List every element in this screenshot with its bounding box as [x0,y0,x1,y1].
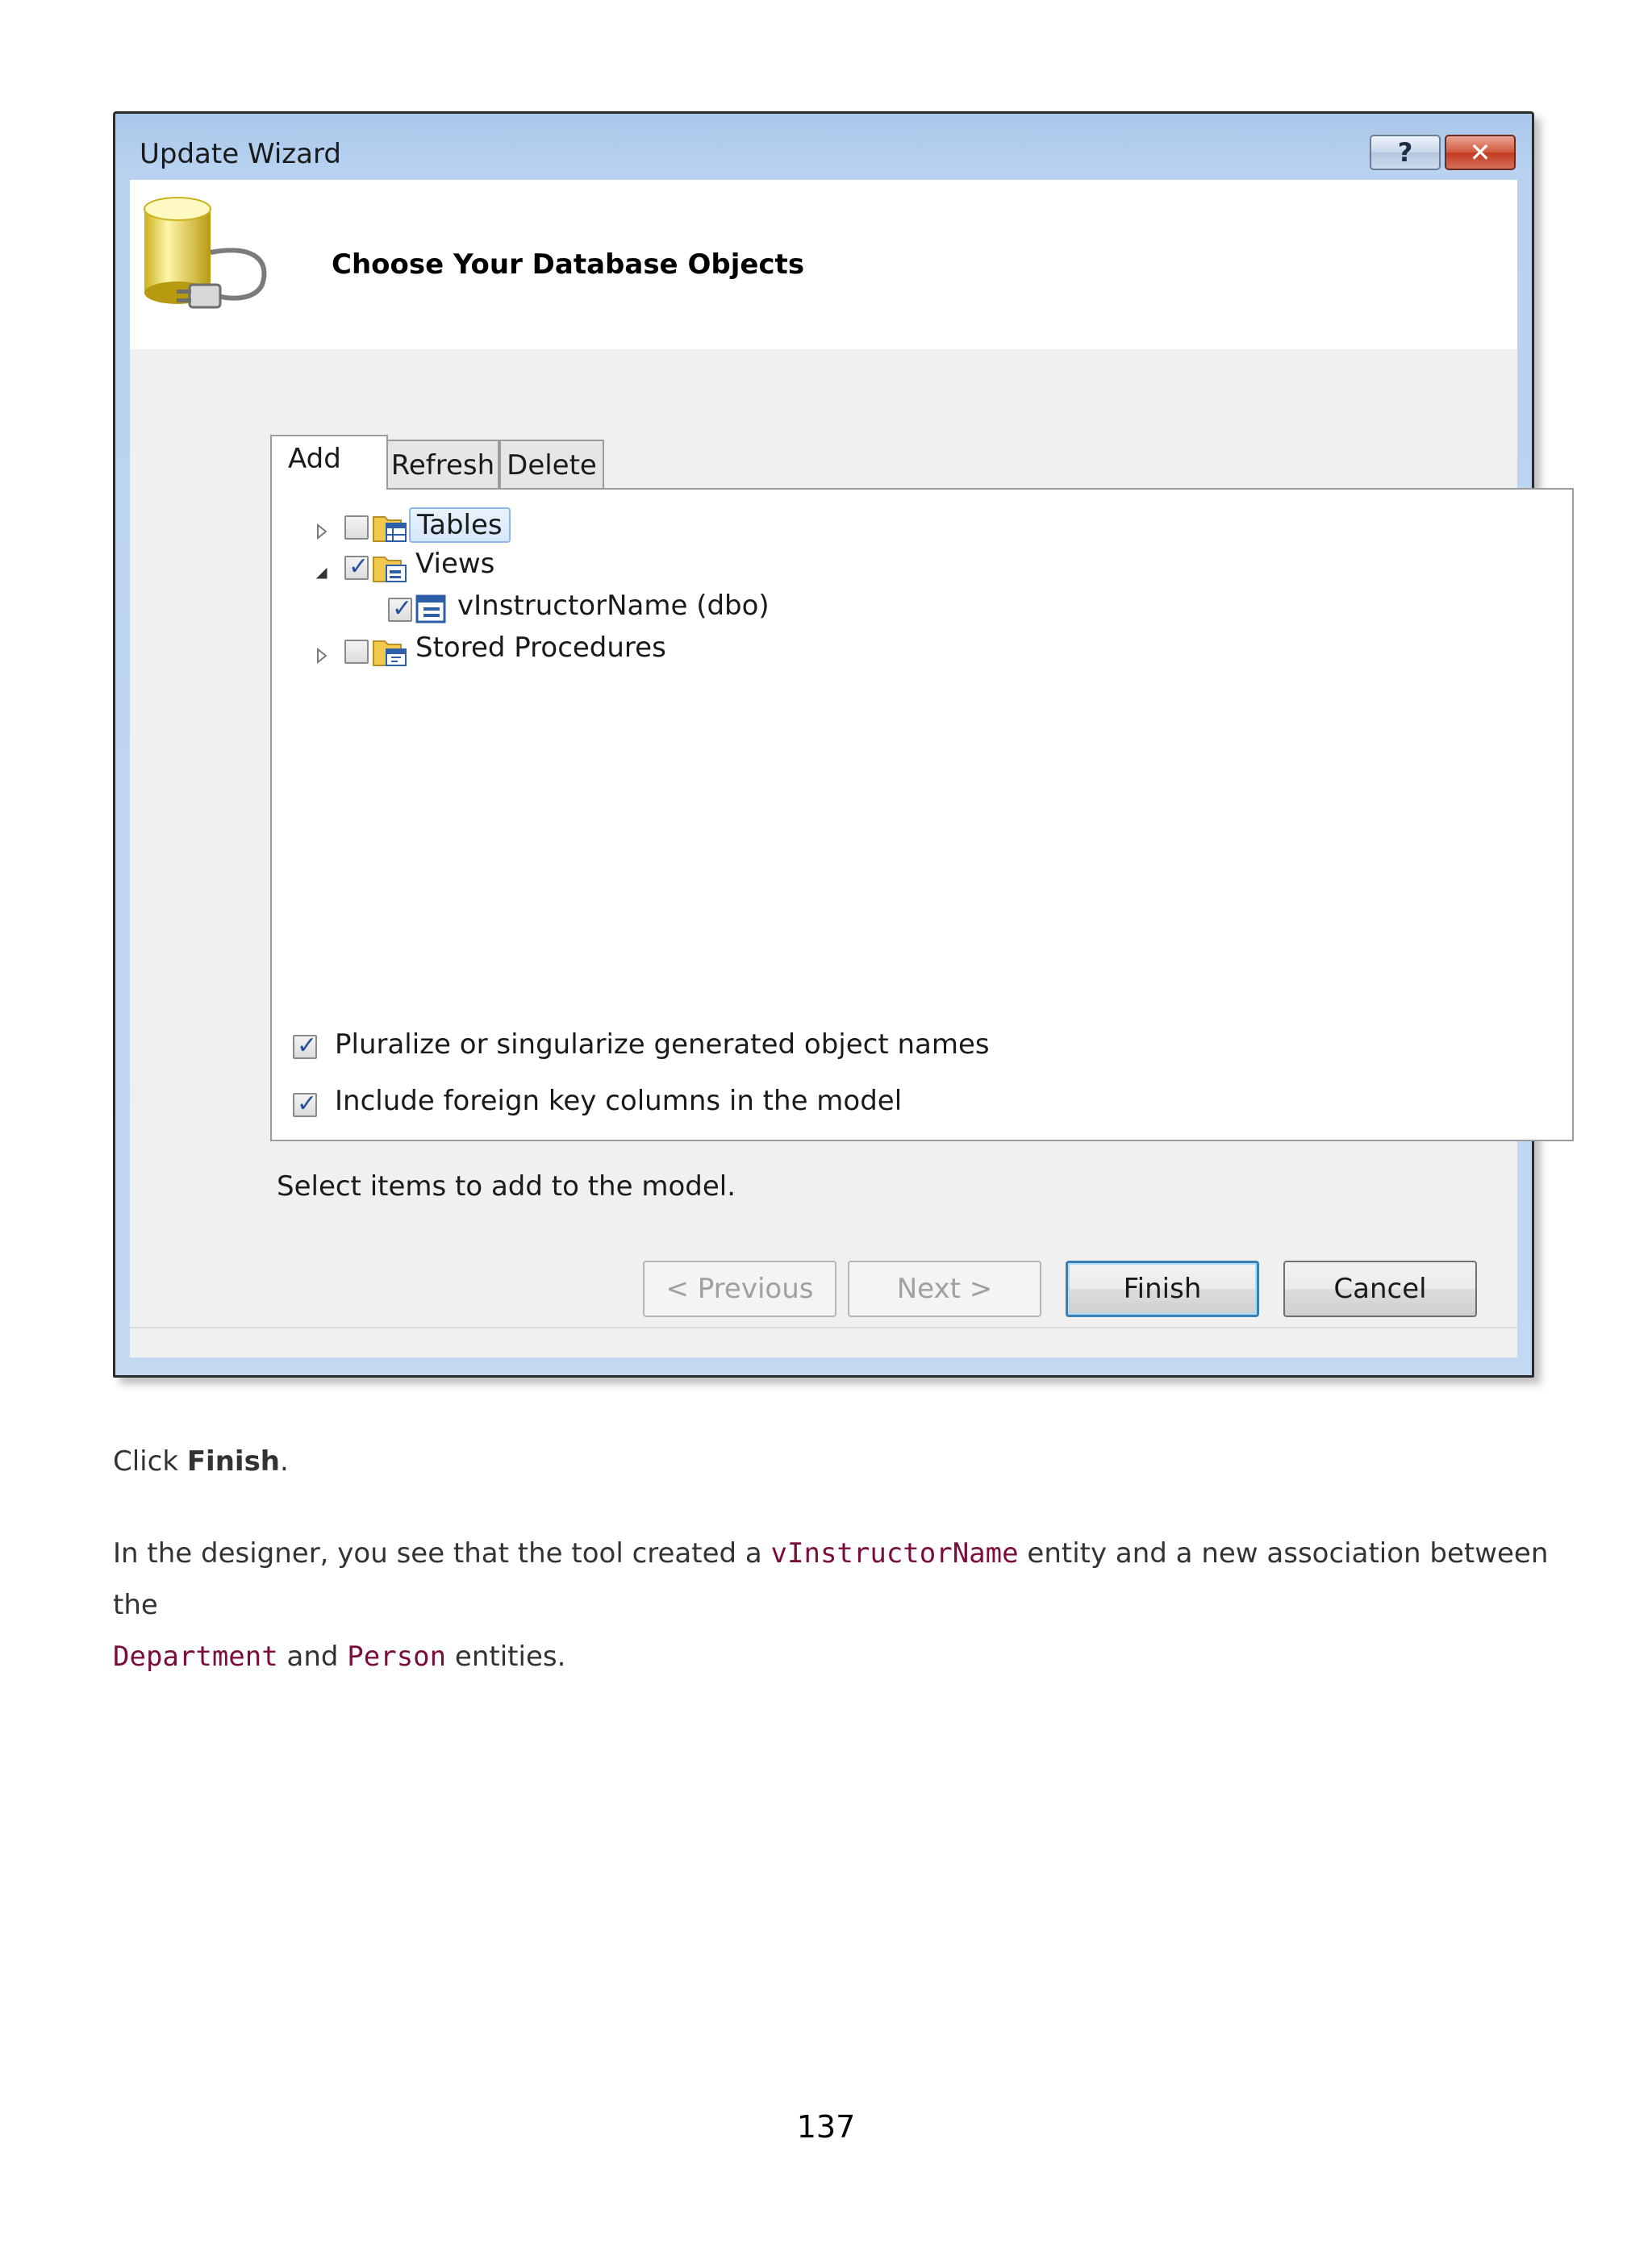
next-button[interactable]: Next > [848,1261,1041,1317]
help-icon: ? [1397,137,1413,168]
tab-refresh-label: Refresh [390,449,495,482]
instruction-prefix: Click [113,1445,187,1478]
designer-text-3: and [277,1641,348,1673]
add-tab-panel: Tables Views vInstructorName (dbo) [270,488,1574,1141]
vinstructorname-checkbox[interactable] [388,594,412,623]
update-wizard-dialog: Update Wizard ? ✕ Choose Your Database O… [113,111,1574,1378]
view-icon [415,594,446,623]
foreign-keys-checkbox[interactable] [293,1090,317,1118]
tree-item-tables[interactable]: Tables [409,507,511,543]
previous-button[interactable]: < Previous [643,1261,836,1317]
pluralize-label[interactable]: Pluralize or singularize generated objec… [335,1028,990,1061]
code-vinstructorname: vInstructorName [770,1537,1019,1570]
code-department: Department [113,1641,278,1673]
instruction-bold: Finish [186,1445,281,1478]
title-bar[interactable]: Update Wizard ? ✕ [115,114,1532,180]
views-checkbox[interactable] [344,552,369,581]
header-title: Choose Your Database Objects [332,248,805,281]
cancel-button[interactable]: Cancel [1283,1261,1477,1317]
expand-tables-icon[interactable] [314,523,330,540]
tab-delete[interactable]: Delete [499,440,604,490]
tab-add-label: Add [288,443,341,475]
tables-folder-icon [373,516,407,542]
views-folder-icon [373,557,407,582]
wizard-header: Choose Your Database Objects [130,180,1517,349]
tree-item-views[interactable]: Views [415,548,494,580]
stored-procedures-folder-icon [373,640,407,666]
tables-checkbox[interactable] [344,515,369,540]
close-icon: ✕ [1469,137,1491,168]
dialog-title: Update Wizard [140,138,341,170]
tab-delete-label: Delete [507,449,597,482]
tab-add[interactable]: Add [270,435,388,490]
foreign-keys-label[interactable]: Include foreign key columns in the model [335,1085,902,1117]
pluralize-checkbox[interactable] [293,1032,317,1060]
designer-text-1: In the designer, you see that the tool c… [113,1537,771,1570]
close-button[interactable]: ✕ [1445,135,1516,170]
instruction-paragraph: Click Finish. [113,1436,289,1487]
expand-stored-procedures-icon[interactable] [314,648,330,664]
stored-procedures-checkbox[interactable] [344,640,369,664]
page-number: 137 [796,2109,856,2145]
designer-text-4: entities. [446,1641,566,1673]
instruction-suffix: . [280,1445,289,1478]
finish-button[interactable]: Finish [1066,1261,1259,1317]
status-message: Select items to add to the model. [277,1170,736,1203]
collapse-views-icon[interactable] [314,565,330,582]
tree-item-stored-procedures[interactable]: Stored Procedures [415,632,666,664]
help-button[interactable]: ? [1370,135,1441,170]
button-separator [130,1327,1517,1328]
tab-refresh[interactable]: Refresh [386,440,499,490]
code-person: Person [347,1641,447,1673]
database-plug-icon [144,197,267,309]
designer-paragraph: In the designer, you see that the tool c… [113,1528,1549,1682]
tree-item-vinstructorname[interactable]: vInstructorName (dbo) [457,590,770,622]
